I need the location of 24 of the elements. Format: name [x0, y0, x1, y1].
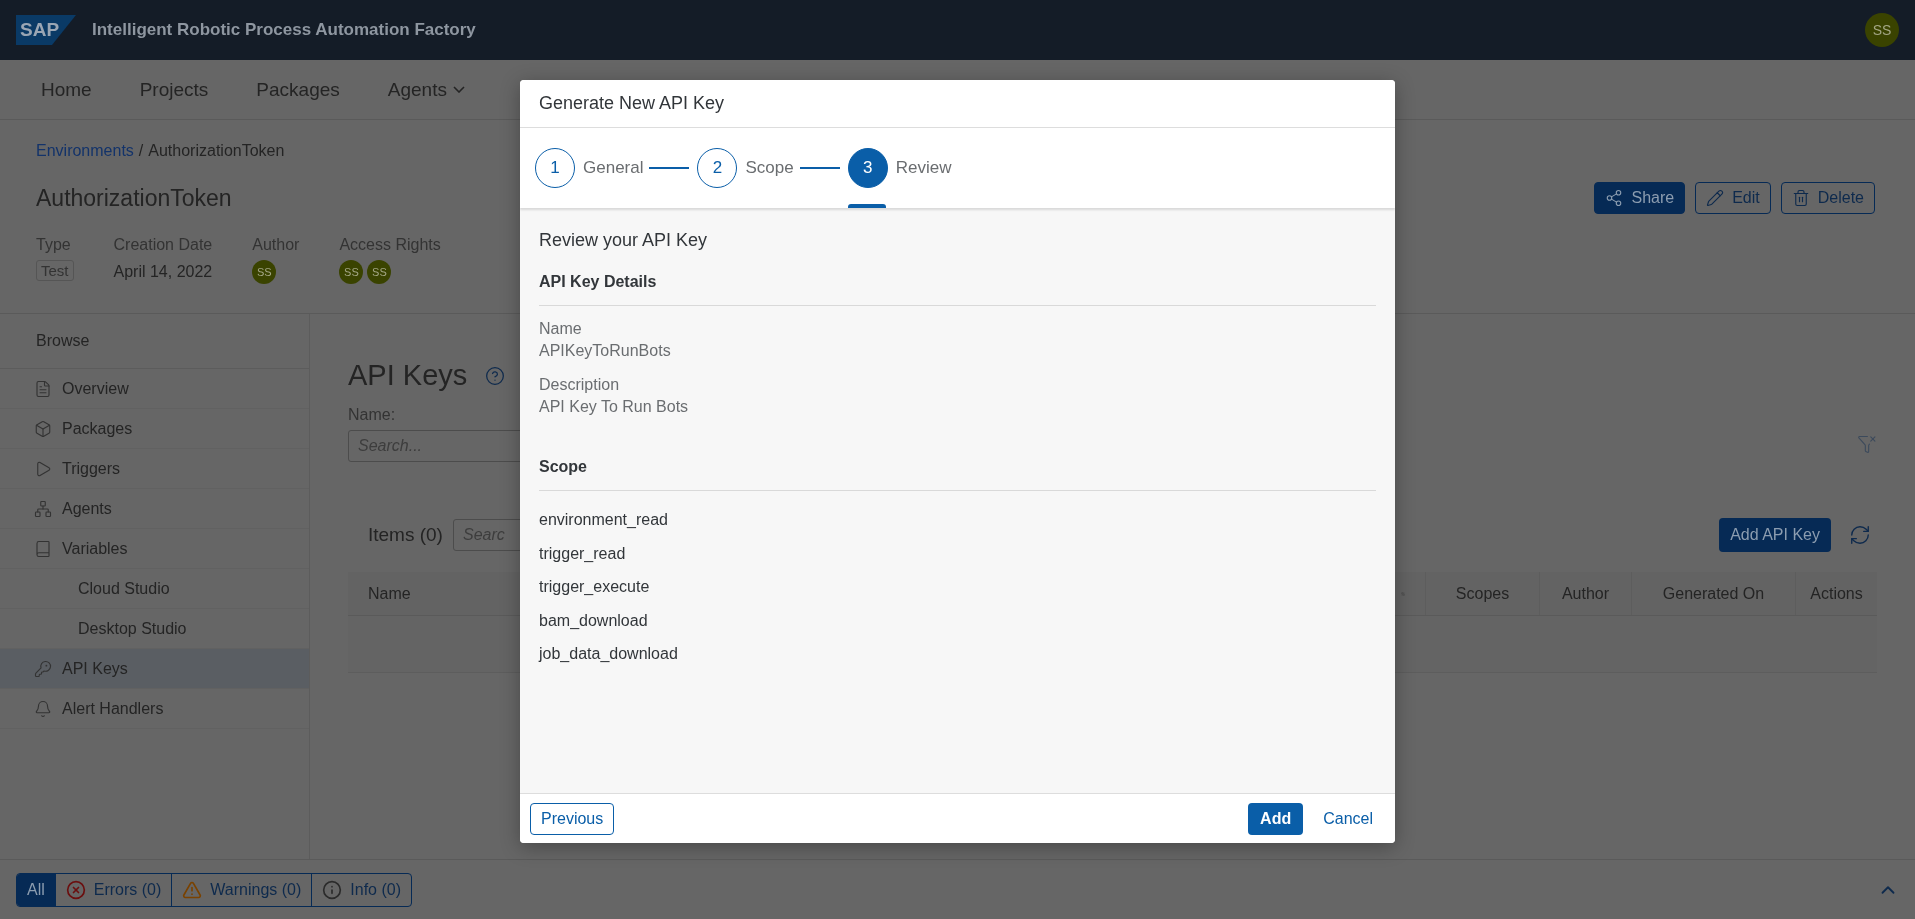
items-count: Items (0)	[368, 524, 443, 546]
scope-item: job_data_download	[539, 644, 679, 664]
dialog-heading: Review your API Key	[539, 230, 709, 251]
scope-item: trigger_execute	[539, 577, 651, 597]
sidebar-header: Browse	[0, 314, 309, 369]
app-title: Intelligent Robotic Process Automation Factory	[92, 20, 477, 40]
field-label: Name	[539, 319, 583, 339]
field-value: API Key To Run Bots	[539, 397, 690, 417]
user-avatar: SS	[367, 260, 392, 284]
attribute-value: April 14, 2022	[113, 262, 213, 282]
scope-item: bam_download	[539, 610, 649, 631]
page-title: AuthorizationToken	[36, 184, 232, 212]
breadcrumb-current: AuthorizationToken	[148, 142, 285, 160]
user-avatar: SS	[339, 260, 364, 284]
user-avatar: SS	[252, 260, 277, 284]
field-value: APIKeyToRunBots	[539, 341, 672, 361]
breadcrumb-separator: /	[138, 142, 144, 160]
section-title: API Keys	[348, 359, 468, 392]
dialog-title: Generate New API Key	[520, 80, 1395, 128]
scope-item: trigger_read	[539, 543, 627, 564]
section-title: Scope	[539, 458, 1376, 491]
field-label: Description	[539, 375, 621, 395]
section-title: API Key Details	[539, 273, 1376, 306]
scope-item: environment_read	[539, 510, 669, 530]
